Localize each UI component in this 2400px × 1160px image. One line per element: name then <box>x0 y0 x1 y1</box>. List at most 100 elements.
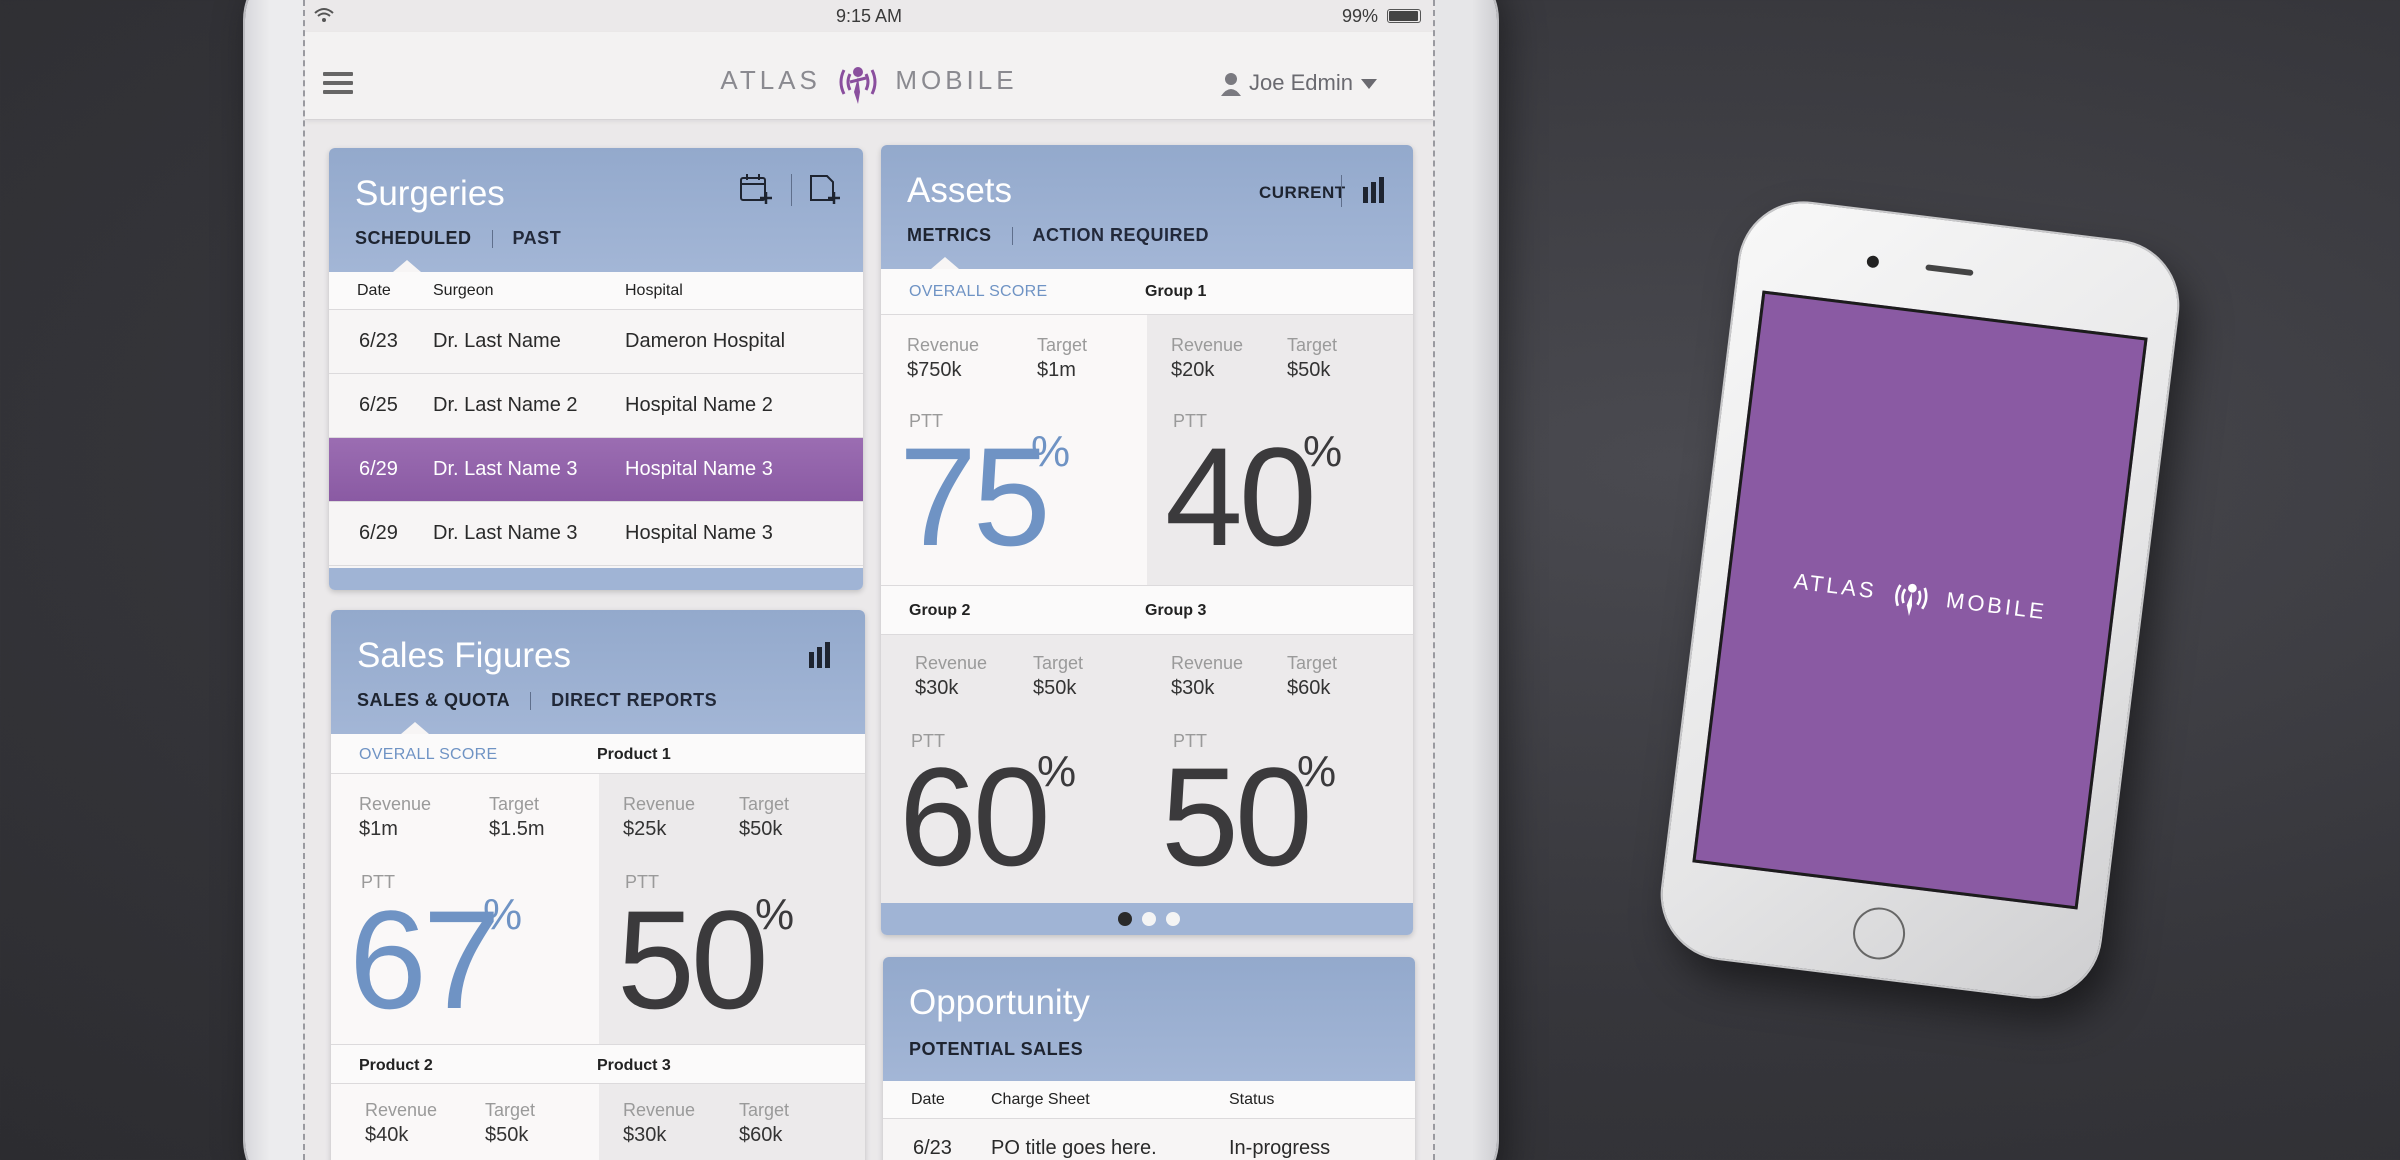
revenue-label: Revenue <box>907 335 980 355</box>
row-hospital: Dameron Hospital <box>625 330 786 352</box>
table-row[interactable]: 6/25 Dr. Last Name 2 Hospital Name 2 <box>329 374 863 438</box>
column-hospital: Hospital <box>625 282 683 299</box>
assets-group3-cell: Revenue Target $30k $60k PTT 50 % <box>1147 635 1413 903</box>
target-value: $60k <box>1287 677 1331 699</box>
sales-metrics: OVERALL SCORE Product 1 Revenue Target $… <box>331 734 865 1160</box>
ptt-value: 50 <box>617 881 769 1038</box>
target-value: $1.5m <box>489 818 545 840</box>
assets-overall-cell: Revenue Target $750k $1m PTT 75 % <box>881 315 1147 585</box>
revenue-value: $30k <box>915 677 959 699</box>
row-surgeon: Dr. Last Name 3 <box>433 522 578 544</box>
row-surgeon: Dr. Last Name <box>433 330 561 352</box>
assets-pager-bar <box>881 903 1413 935</box>
header-divider <box>1341 175 1342 207</box>
ptt-percent-sign: % <box>1303 427 1343 476</box>
status-bar: 9:15 AM 99% <box>305 0 1433 32</box>
revenue-value: $40k <box>365 1124 409 1146</box>
speaker-icon <box>1925 264 1974 277</box>
app-header: ATLAS MOBILE Joe Edmin <box>305 32 1433 120</box>
home-button[interactable] <box>1850 904 1909 963</box>
bar-chart-icon[interactable] <box>807 642 833 668</box>
revenue-value: $1m <box>359 818 398 840</box>
ptt-percent-sign: % <box>755 890 795 939</box>
product1-label: Product 1 <box>597 746 671 763</box>
target-value: $60k <box>739 1124 783 1146</box>
revenue-value: $25k <box>623 818 667 840</box>
sales-figures-card: Sales Figures SALES & QUOTA DIRECT REPORT… <box>331 610 865 1160</box>
row-hospital: Hospital Name 3 <box>625 458 773 480</box>
target-label: Target <box>1033 653 1084 673</box>
revenue-label: Revenue <box>623 1100 696 1120</box>
table-row[interactable]: 6/23 Dr. Last Name Dameron Hospital <box>329 310 863 374</box>
phone-body: ATLAS MOBILE <box>1655 196 2185 1004</box>
tab-scheduled[interactable]: SCHEDULED <box>355 228 472 249</box>
target-value: $50k <box>1033 677 1077 699</box>
tab-action-required[interactable]: ACTION REQUIRED <box>1033 225 1210 246</box>
target-label: Target <box>485 1100 536 1120</box>
phone-screen: ATLAS MOBILE <box>1692 290 2148 910</box>
ptt-value: 60 <box>899 738 1051 895</box>
revenue-value: $750k <box>907 359 962 381</box>
assets-metrics: OVERALL SCORE Group 1 Revenue Target $75… <box>881 269 1413 935</box>
revenue-label: Revenue <box>1171 335 1244 355</box>
assets-group-header: Group 2 Group 3 <box>881 585 1413 635</box>
tab-metrics[interactable]: METRICS <box>907 225 992 246</box>
page-dot[interactable] <box>1166 912 1180 926</box>
battery-icon <box>1387 9 1421 23</box>
revenue-label: Revenue <box>915 653 988 673</box>
column-date: Date <box>357 282 391 299</box>
chevron-down-icon <box>1361 79 1377 90</box>
page-indicator <box>1113 912 1185 931</box>
row-date: 6/23 <box>913 1137 952 1159</box>
current-toggle[interactable]: CURRENT <box>1259 183 1346 203</box>
tab-direct-reports[interactable]: DIRECT REPORTS <box>551 690 717 711</box>
logo-emblem-icon <box>1895 583 1928 617</box>
column-status: Status <box>1229 1091 1275 1108</box>
logo-emblem-icon <box>839 67 877 104</box>
table-row[interactable]: 6/23 PO title goes here. In-progress <box>883 1119 1415 1160</box>
row-surgeon: Dr. Last Name 3 <box>433 458 578 480</box>
tab-potential-sales[interactable]: POTENTIAL SALES <box>909 1039 1083 1060</box>
tab-past[interactable]: PAST <box>513 228 562 249</box>
revenue-label: Revenue <box>623 794 696 814</box>
bar-chart-icon[interactable] <box>1361 177 1387 203</box>
revenue-value: $30k <box>1171 677 1215 699</box>
column-surgeon: Surgeon <box>433 282 494 299</box>
sales-group-header: OVERALL SCORE Product 1 <box>331 734 865 774</box>
sales-product3-cell: Revenue Target $30k $60k <box>599 1084 865 1160</box>
sales-overall-cell: Revenue Target $1m $1.5m PTT 67 % <box>331 774 599 1044</box>
table-row-selected[interactable]: 6/29 Dr. Last Name 3 Hospital Name 3 <box>329 438 863 502</box>
ptt-percent-sign: % <box>483 890 523 939</box>
sales-product2-cell: Revenue Target $40k $50k <box>331 1084 599 1160</box>
sales-title: Sales Figures <box>357 636 571 675</box>
surgeries-header: Surgeries SCHEDULED PAST <box>329 148 863 272</box>
add-document-icon[interactable] <box>807 172 841 206</box>
tab-sales-quota[interactable]: SALES & QUOTA <box>357 690 510 711</box>
row-date: 6/25 <box>359 394 398 416</box>
target-label: Target <box>489 794 540 814</box>
group2-label: Group 2 <box>909 602 971 619</box>
calendar-add-icon[interactable] <box>739 172 773 206</box>
page-dot[interactable] <box>1118 912 1132 926</box>
page-dot[interactable] <box>1142 912 1156 926</box>
target-label: Target <box>739 1100 790 1120</box>
ptt-value: 50 <box>1161 738 1313 895</box>
assets-card: Assets CURRENT METRICS ACTION REQUIRED OV… <box>881 145 1413 935</box>
tab-divider <box>1011 227 1013 246</box>
ptt-percent-sign: % <box>1037 747 1077 796</box>
logo-text-left: ATLAS <box>720 64 821 95</box>
active-tab-pointer <box>931 257 959 269</box>
product3-label: Product 3 <box>597 1057 671 1074</box>
table-row[interactable]: 6/29 Dr. Last Name 3 Hospital Name 3 <box>329 502 863 566</box>
user-menu[interactable]: Joe Edmin <box>1221 70 1377 97</box>
target-label: Target <box>1287 335 1338 355</box>
logo-text-left: ATLAS <box>1792 568 1879 604</box>
assets-group-header: OVERALL SCORE Group 1 <box>881 269 1413 315</box>
logo-text-right: MOBILE <box>1944 587 2049 625</box>
tab-divider <box>530 692 532 711</box>
tablet-screen: 9:15 AM 99% ATLAS MOBILE Joe Edmin Surge… <box>303 0 1435 1160</box>
target-label: Target <box>1287 653 1338 673</box>
column-charge-sheet: Charge Sheet <box>991 1091 1090 1108</box>
opportunity-tabs: POTENTIAL SALES <box>909 1039 1083 1060</box>
opportunity-column-header: Date Charge Sheet Status <box>883 1081 1415 1119</box>
